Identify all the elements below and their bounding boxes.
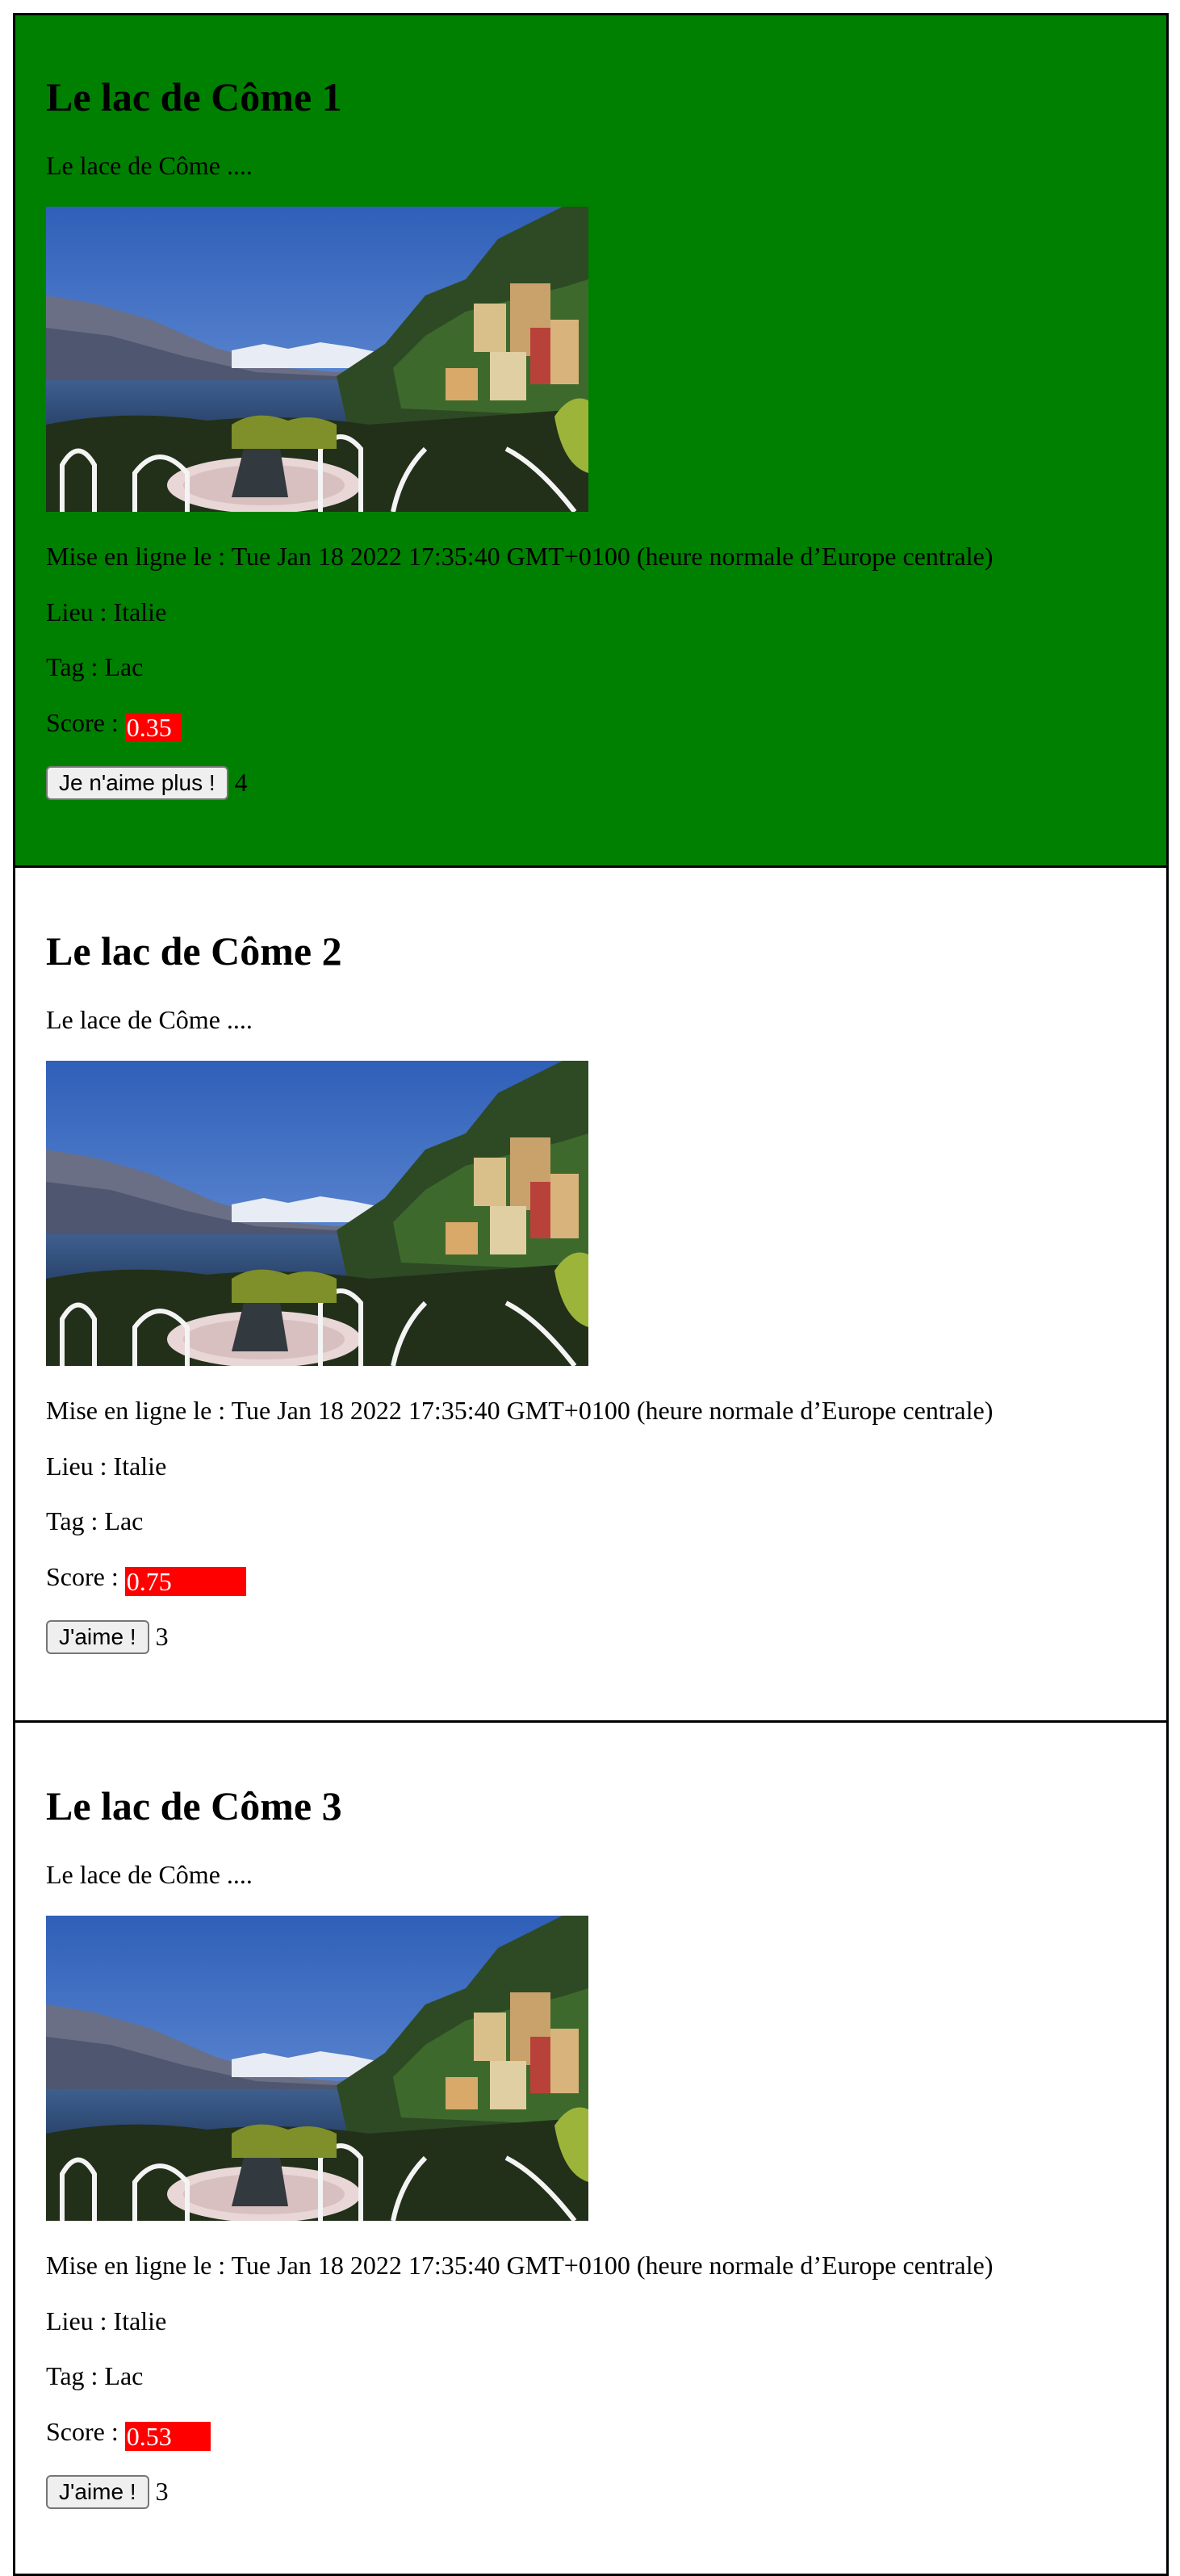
like-count: 3 — [155, 1622, 169, 1652]
post-score-label: Score : — [46, 707, 125, 737]
post-date: Mise en ligne le : Tue Jan 18 2022 17:35… — [46, 1395, 1166, 1426]
post-date: Mise en ligne le : Tue Jan 18 2022 17:35… — [46, 541, 1166, 572]
post-card: Le lac de Côme 3 Le lace de Côme .... Mi… — [13, 1723, 1169, 2576]
post-location-label: Lieu : — [46, 1451, 114, 1481]
post-tag-value: Lac — [104, 652, 144, 682]
post-location-label: Lieu : — [46, 597, 114, 626]
post-tag-value: Lac — [104, 2361, 144, 2391]
post-tag-value: Lac — [104, 1506, 144, 1536]
post-location-value: Italie — [113, 2306, 167, 2335]
post-location-value: Italie — [113, 1451, 167, 1481]
post-location: Lieu : Italie — [46, 597, 1166, 627]
post-date-value: Tue Jan 18 2022 17:35:40 GMT+0100 (heure… — [231, 1396, 994, 1426]
post-score: Score : 0.75 — [46, 1561, 1166, 1596]
like-row: Je n'aime plus ! 4 — [46, 765, 1166, 800]
post-location-value: Italie — [113, 597, 167, 626]
like-button[interactable]: J'aime ! — [46, 1619, 149, 1654]
post-tag: Tag : Lac — [46, 1506, 1166, 1536]
post-tag: Tag : Lac — [46, 651, 1166, 682]
like-row: J'aime ! 3 — [46, 1619, 1166, 1654]
post-title: Le lac de Côme 1 — [46, 74, 342, 119]
post-score-label: Score : — [46, 2416, 125, 2446]
post-description: Le lace de Côme .... — [46, 1005, 253, 1034]
post-tag-label: Tag : — [46, 652, 105, 682]
post-date: Mise en ligne le : Tue Jan 18 2022 17:35… — [46, 2250, 1166, 2281]
post-tag-label: Tag : — [46, 2361, 105, 2391]
post-date-label: Mise en ligne le : — [46, 542, 232, 572]
like-row: J'aime ! 3 — [46, 2474, 1166, 2509]
unlike-button[interactable]: Je n'aime plus ! — [46, 765, 228, 800]
post-tag-label: Tag : — [46, 1506, 105, 1536]
post-date-value: Tue Jan 18 2022 17:35:40 GMT+0100 (heure… — [231, 2251, 994, 2281]
lake-como-photo — [46, 1916, 588, 2221]
post-description: Le lace de Côme .... — [46, 151, 253, 180]
post-title: Le lac de Côme 3 — [46, 1783, 342, 1828]
like-count: 3 — [155, 2477, 169, 2507]
post-date-value: Tue Jan 18 2022 17:35:40 GMT+0100 (heure… — [231, 542, 994, 572]
score-bar: 0.35 — [124, 712, 182, 742]
post-location: Lieu : Italie — [46, 2306, 1166, 2336]
post-score: Score : 0.53 — [46, 2416, 1166, 2451]
post-list: Le lac de Côme 1 Le lace de Côme .... Mi… — [0, 0, 1180, 2576]
post-date-label: Mise en ligne le : — [46, 1396, 232, 1426]
post-location-label: Lieu : — [46, 2306, 114, 2335]
post-card: Le lac de Côme 1 Le lace de Côme .... Mi… — [13, 13, 1169, 868]
post-description: Le lace de Côme .... — [46, 1860, 253, 1889]
post-date-label: Mise en ligne le : — [46, 2251, 232, 2281]
post-title: Le lac de Côme 2 — [46, 928, 342, 974]
lake-como-photo — [46, 1061, 588, 1366]
post-tag: Tag : Lac — [46, 2360, 1166, 2391]
post-score: Score : 0.35 — [46, 707, 1166, 742]
post-card: Le lac de Côme 2 Le lace de Côme .... Mi… — [13, 868, 1169, 1723]
score-bar: 0.75 — [124, 1566, 246, 1596]
like-count: 4 — [234, 768, 248, 798]
post-score-label: Score : — [46, 1561, 125, 1591]
post-location: Lieu : Italie — [46, 1451, 1166, 1481]
score-bar: 0.53 — [124, 2421, 211, 2451]
lake-como-photo — [46, 207, 588, 512]
like-button[interactable]: J'aime ! — [46, 2474, 149, 2509]
